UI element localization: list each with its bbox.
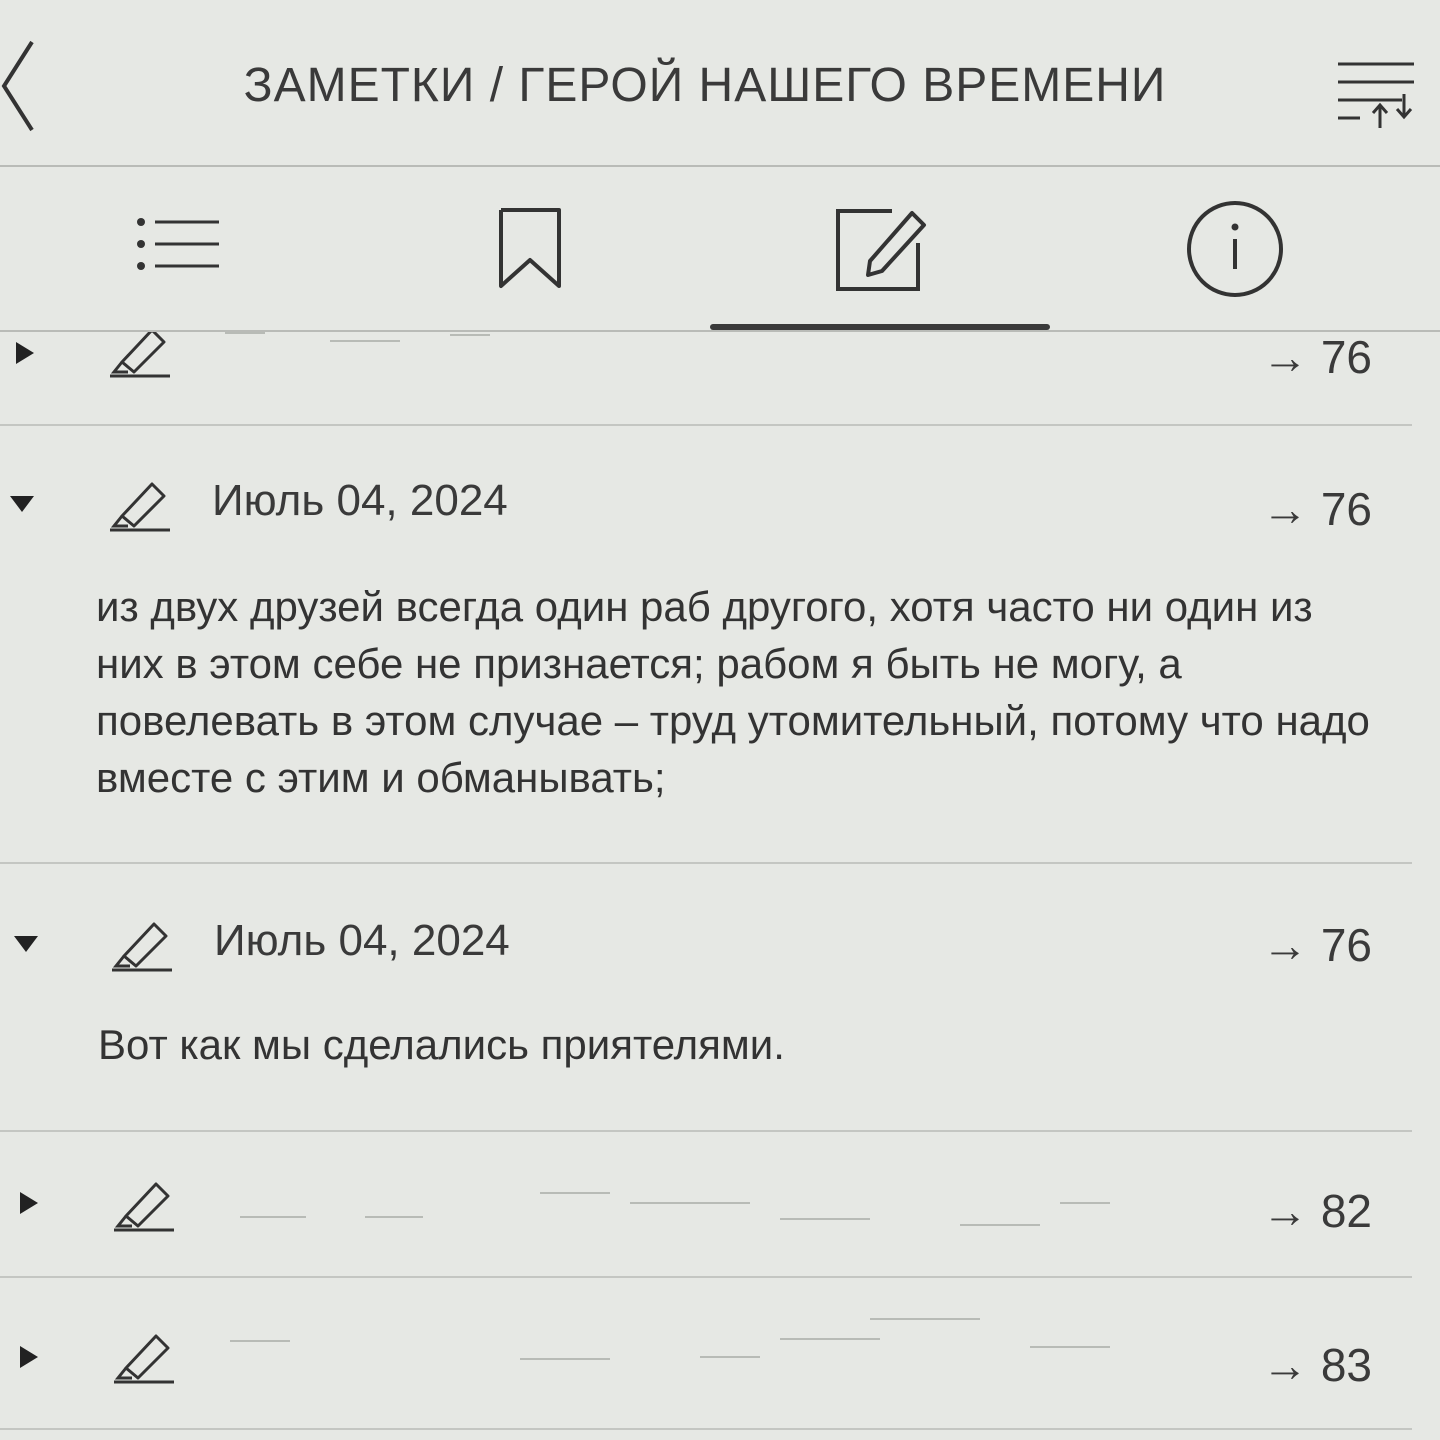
highlighter-icon [110, 332, 170, 378]
note-text: из двух друзей всегда один раб другого, … [96, 583, 1370, 801]
page-link[interactable]: → 76 [1262, 332, 1372, 384]
list-item[interactable]: → 82 [0, 1132, 1440, 1278]
page-title: ЗАМЕТКИ / ГЕРОЙ НАШЕГО ВРЕМЕНИ [243, 59, 1167, 112]
tab-bar [0, 167, 1440, 332]
bookmark-icon [499, 207, 561, 288]
list-item[interactable]: → 83 [0, 1278, 1440, 1440]
highlighter-icon [110, 482, 170, 532]
note-text: Вот как мы сделались приятелями. [98, 1021, 785, 1068]
table-of-contents-icon [137, 217, 219, 270]
expand-arrow-icon[interactable] [18, 1190, 40, 1216]
sort-button[interactable] [1330, 58, 1420, 130]
collapse-arrow-icon[interactable] [12, 934, 40, 954]
info-icon [1187, 200, 1283, 297]
tab-bookmarks[interactable] [360, 167, 700, 330]
tab-info[interactable] [1065, 167, 1405, 330]
page-link[interactable]: → 83 [1262, 1338, 1372, 1392]
header-bar: ЗАМЕТКИ / ГЕРОЙ НАШЕГО ВРЕМЕНИ [0, 0, 1440, 167]
page-link[interactable]: → 76 [1262, 918, 1372, 972]
list-item[interactable]: Июль 04, 2024 → 76 из двух друзей всегда… [0, 426, 1440, 864]
back-button[interactable] [0, 38, 40, 134]
page-link[interactable]: → 82 [1262, 1184, 1372, 1238]
note-edit-icon [836, 208, 926, 291]
note-date: Июль 04, 2024 [214, 916, 510, 965]
highlighter-icon [114, 1182, 174, 1232]
expand-arrow-icon[interactable] [18, 1344, 40, 1370]
note-date: Июль 04, 2024 [212, 476, 508, 525]
highlighter-icon [114, 1334, 174, 1384]
chevron-left-icon [1, 40, 34, 132]
expand-arrow-icon[interactable] [14, 340, 36, 366]
tab-notes[interactable] [710, 167, 1050, 330]
list-item[interactable]: → 76 [0, 332, 1440, 426]
list-item[interactable]: Июль 04, 2024 → 76 Вот как мы сделались … [0, 864, 1440, 1132]
tab-contents[interactable] [10, 167, 350, 330]
notes-list: → 76 Июль 04, 2024 → 76 из двух друзей в… [0, 332, 1440, 1440]
highlighter-icon [112, 922, 172, 972]
page-link[interactable]: → 76 [1262, 482, 1372, 536]
collapse-arrow-icon[interactable] [8, 494, 36, 514]
sort-lines-icon [1338, 62, 1414, 128]
